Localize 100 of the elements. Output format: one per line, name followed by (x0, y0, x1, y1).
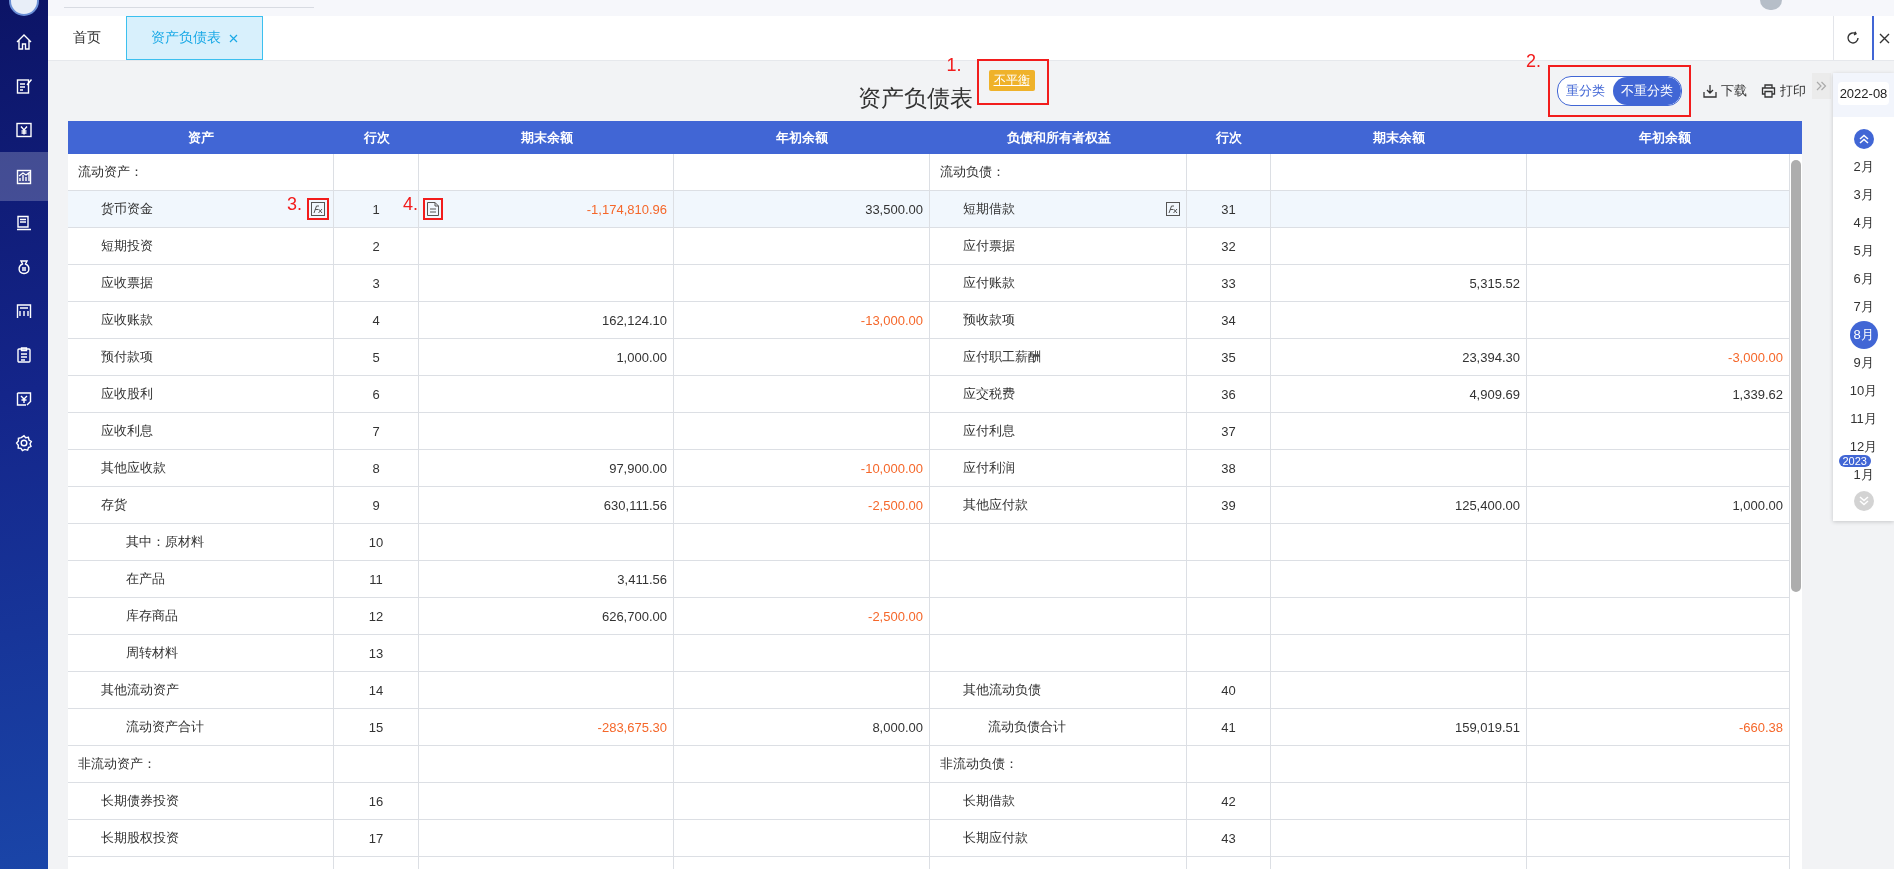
table-row[interactable]: 应收账款 4 162,124.10 -13,000.00 预收款项 34 (68, 302, 1790, 339)
table-row[interactable]: 流动资产： 流动负债： (68, 154, 1790, 191)
month-item[interactable]: 3月 (1848, 187, 1879, 203)
yen-document-icon (15, 390, 33, 408)
column-header: 期末余额 (519, 128, 574, 147)
amount-text: -283,675.30 (597, 719, 667, 735)
table-row[interactable]: 长期股权投资 17 长期应付款 43 (68, 820, 1790, 857)
line-number: 1 (372, 201, 380, 217)
settings-icon (15, 434, 33, 452)
double-chevron-up-icon (1858, 134, 1869, 144)
line-number: 37 (1221, 423, 1236, 439)
account-name: 周转材料 (125, 644, 178, 662)
period-field[interactable]: 2022-08 (1837, 82, 1890, 105)
account-name: 应付票据 (962, 237, 1015, 255)
print-button[interactable]: 打印 (1761, 82, 1806, 100)
line-number: 2 (372, 238, 380, 254)
line-number: 13 (368, 645, 384, 661)
line-number: 41 (1221, 719, 1236, 735)
account-name: 短期投资 (100, 237, 153, 255)
table-row[interactable]: 短期投资 2 应付票据 32 (68, 228, 1790, 265)
account-name: 其他流动负债 (962, 681, 1041, 699)
month-item[interactable]: 4月 (1848, 215, 1879, 231)
amount-text: -2,500.00 (868, 497, 923, 513)
column-header: 行次 (1215, 128, 1243, 147)
tab[interactable]: 首页 (48, 16, 126, 60)
month-item[interactable]: 1月 (1848, 467, 1879, 483)
month-item[interactable]: 5月 (1848, 243, 1879, 259)
amount-text: -1,174,810.96 (586, 201, 667, 217)
month-item[interactable]: 10月 (1848, 383, 1879, 399)
clipboard-icon (15, 346, 33, 364)
table-row[interactable]: 其他应收款 8 97,900.00 -10,000.00 应付利润 38 (68, 450, 1790, 487)
account-name: 应付职工薪酬 (962, 348, 1041, 366)
scrollbar[interactable] (1791, 160, 1801, 592)
line-number: 36 (1221, 386, 1236, 402)
column-header: 负债和所有者权益 (1005, 128, 1112, 147)
scroll-up-button[interactable] (1853, 129, 1874, 149)
sidebar-item[interactable] (0, 152, 48, 201)
line-number: 6 (372, 386, 380, 402)
month-item[interactable]: 7月 (1848, 299, 1879, 315)
month-item[interactable]: 12月 (1848, 439, 1879, 455)
toggle-option[interactable]: 不重分类 (1613, 77, 1681, 105)
line-number: 33 (1221, 275, 1236, 291)
table-row[interactable]: 其他流动资产 14 其他流动负债 40 (68, 672, 1790, 709)
month-item[interactable]: 6月 (1848, 271, 1879, 287)
account-name: 货币资金 (100, 200, 153, 218)
column-header: 年初余额 (1637, 128, 1692, 147)
table-row[interactable]: 库存商品 12 626,700.00 -2,500.00 (68, 598, 1790, 635)
amount-text: 630,111.56 (603, 497, 667, 513)
formula-icon[interactable] (1166, 202, 1180, 216)
annotation-number: 1. (946, 55, 962, 76)
chart-icon (15, 167, 33, 186)
amount-text: 23,394.30 (1462, 349, 1520, 365)
amount-text: -660.38 (1738, 719, 1783, 735)
month-item[interactable]: 11月 (1848, 411, 1879, 427)
close-icon (1878, 32, 1890, 44)
line-number: 5 (372, 349, 380, 365)
line-number: 3 (372, 275, 380, 291)
account-name: 应付利润 (962, 459, 1015, 477)
amount-text: 159,019.51 (1454, 719, 1520, 735)
table-row[interactable]: 货币资金 3. 1 4. -1,174,810.96 33,500.00 短期借款 31 (68, 191, 1790, 228)
line-number: 32 (1221, 238, 1236, 254)
account-name: 其中：原材料 (125, 533, 204, 551)
line-number: 40 (1221, 682, 1236, 698)
table-row[interactable]: 非流动资产： 非流动负债： (68, 746, 1790, 783)
document-edit-icon (15, 77, 33, 95)
table-row[interactable]: 长期债券投资 16 长期借款 42 (68, 783, 1790, 820)
line-number: 43 (1221, 830, 1236, 846)
account-name: 非流动负债： (939, 755, 1018, 773)
month-item[interactable]: 8月 (1849, 321, 1878, 349)
line-number: 39 (1221, 497, 1236, 513)
table-row[interactable]: 应收利息 7 应付利息 37 (68, 413, 1790, 450)
account-name: 库存商品 (125, 607, 178, 625)
account-name: 存货 (100, 496, 127, 514)
table-row[interactable]: 流动资产合计 15 -283,675.30 8,000.00 流动负债合计 41 159,019.51 -660.38 (68, 709, 1790, 746)
line-number: 16 (368, 793, 384, 809)
download-button[interactable]: 下载 (1703, 82, 1747, 100)
amount-text: 125,400.00 (1454, 497, 1520, 513)
table-row[interactable]: 在产品 11 3,411.56 (68, 561, 1790, 598)
amount-text: 1,000.00 (1732, 497, 1783, 513)
month-item[interactable]: 2月 (1848, 159, 1879, 175)
amount-text: -10,000.00 (860, 460, 923, 476)
line-number: 8 (372, 460, 380, 476)
table-row[interactable]: 其中：原材料 10 (68, 524, 1790, 561)
annotation-number: 4. (403, 194, 418, 215)
table-row[interactable]: 应收票据 3 应付账款 33 5,315.52 (68, 265, 1790, 302)
month-item[interactable]: 9月 (1848, 355, 1879, 371)
table-row[interactable]: 预付款项 5 1,000.00 应付职工薪酬 35 23,394.30 -3,000.00 (68, 339, 1790, 376)
toggle-option[interactable]: 重分类 (1558, 77, 1613, 105)
account-name: 在产品 (125, 570, 165, 588)
annotation-number: 2. (1526, 51, 1541, 72)
amount-text: 162,124.10 (601, 312, 667, 328)
account-name: 长期借款 (962, 792, 1015, 810)
download-icon (1703, 84, 1717, 98)
account-name: 其他应付款 (962, 496, 1028, 514)
table-row[interactable]: 周转材料 13 (68, 635, 1790, 672)
refresh-icon (1846, 31, 1860, 45)
amount-text: -13,000.00 (860, 312, 923, 328)
table-row[interactable]: 存货 9 630,111.56 -2,500.00 其他应付款 39 125,400.00 1,000.00 (68, 487, 1790, 524)
account-name: 预收款项 (962, 311, 1015, 329)
table-row[interactable]: 应收股利 6 应交税费 36 4,909.69 1,339.62 (68, 376, 1790, 413)
